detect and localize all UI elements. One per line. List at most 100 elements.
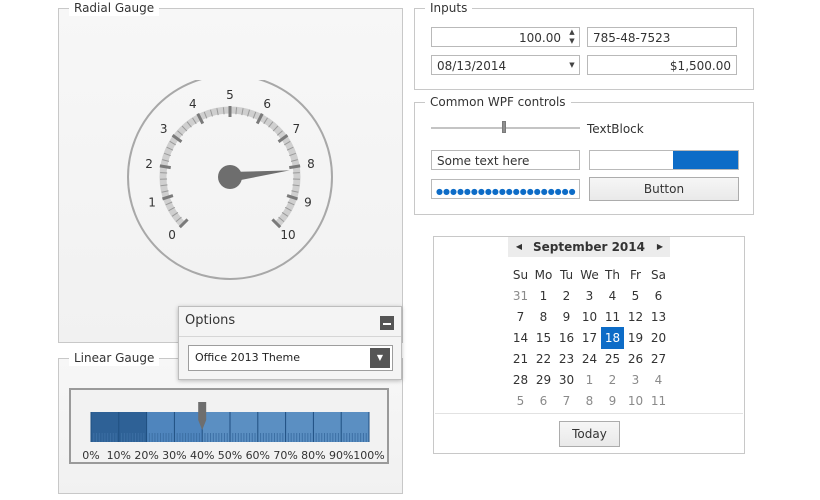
gauge-tick-label: 0 <box>168 228 176 242</box>
calendar-day[interactable]: 3 <box>624 369 647 391</box>
calendar-day[interactable]: 1 <box>578 369 601 391</box>
calendar-weekday-header: Sa <box>651 268 666 282</box>
linear-tick-label: 90% <box>329 449 353 462</box>
calendar: ◀ September 2014 ▶ Su Mo Tu We Th Fr Sa 31 1 2 3 4 5… <box>433 236 745 454</box>
gauge-tick-label: 10 <box>280 228 295 242</box>
calendar-day[interactable]: 9 <box>601 390 624 412</box>
calendar-day[interactable]: 28 <box>509 369 532 391</box>
date-picker[interactable]: 08/13/2014 <box>431 55 580 75</box>
calendar-day[interactable]: 4 <box>647 369 670 391</box>
currency-value: $1,500.00 <box>669 59 731 73</box>
linear-tick-label: 80% <box>301 449 325 462</box>
calendar-day[interactable]: 11 <box>647 390 670 412</box>
numeric-updown[interactable]: 100.00 <box>431 27 580 47</box>
date-dropdown-icon[interactable]: ▼ <box>566 56 578 74</box>
calendar-day[interactable]: 4 <box>601 285 624 307</box>
calendar-next-icon[interactable]: ▶ <box>654 238 666 256</box>
inputs-title: Inputs <box>425 0 473 16</box>
calendar-day[interactable]: 25 <box>601 348 624 370</box>
calendar-day[interactable]: 19 <box>624 327 647 349</box>
radial-gauge-title: Radial Gauge <box>69 0 160 16</box>
calendar-day[interactable]: 23 <box>555 348 578 370</box>
button[interactable]: Button <box>589 177 739 201</box>
calendar-day[interactable]: 6 <box>532 390 555 412</box>
calendar-day[interactable]: 5 <box>624 285 647 307</box>
calendar-month-title[interactable]: September 2014 <box>528 238 650 256</box>
today-label: Today <box>572 427 607 441</box>
gauge-tick-label: 6 <box>263 97 271 111</box>
calendar-day[interactable]: 31 <box>509 285 532 307</box>
today-button[interactable]: Today <box>559 421 620 447</box>
linear-tick-label: 20% <box>134 449 158 462</box>
progress-bar <box>589 150 739 170</box>
gauge-tick-label: 7 <box>293 122 301 136</box>
radial-gauge: 0 1 2 3 4 5 6 7 8 9 10 <box>127 80 333 280</box>
password-box[interactable]: ●●●●●●●●●●●●●●●●●●●● <box>431 179 580 199</box>
calendar-day[interactable]: 3 <box>578 285 601 307</box>
options-window: Options Office 2013 Theme ▼ <box>178 306 402 380</box>
linear-gauge-title: Linear Gauge <box>69 350 160 366</box>
calendar-day[interactable]: 10 <box>624 390 647 412</box>
numeric-spin-up-icon[interactable]: ▲ <box>566 28 578 37</box>
masked-value: 785-48-7523 <box>593 31 671 45</box>
calendar-day[interactable]: 26 <box>624 348 647 370</box>
calendar-day[interactable]: 16 <box>555 327 578 349</box>
masked-input[interactable]: 785-48-7523 <box>587 27 737 47</box>
linear-tick-label: 40% <box>190 449 214 462</box>
calendar-day[interactable]: 7 <box>509 306 532 328</box>
theme-dropdown-icon[interactable]: ▼ <box>370 348 390 368</box>
calendar-weekday-header: Mo <box>534 268 553 282</box>
currency-input[interactable]: $1,500.00 <box>587 55 737 75</box>
calendar-day[interactable]: 24 <box>578 348 601 370</box>
calendar-day[interactable]: 21 <box>509 348 532 370</box>
calendar-day[interactable]: 14 <box>509 327 532 349</box>
calendar-day[interactable]: 30 <box>555 369 578 391</box>
calendar-day[interactable]: 12 <box>624 306 647 328</box>
minimize-icon <box>383 323 391 325</box>
linear-tick-label: 30% <box>162 449 186 462</box>
calendar-weekday-header: We <box>580 268 599 282</box>
theme-combobox[interactable]: Office 2013 Theme ▼ <box>188 345 393 371</box>
calendar-day[interactable]: 7 <box>555 390 578 412</box>
calendar-weekday-header: Fr <box>630 268 641 282</box>
calendar-day[interactable]: 10 <box>578 306 601 328</box>
textbox[interactable]: Some text here <box>431 150 580 170</box>
linear-gauge: 0% 10% 20% 30% 40% 50% 60% 70% 80% 90% 100% <box>82 402 385 462</box>
calendar-day[interactable]: 27 <box>647 348 670 370</box>
calendar-day[interactable]: 2 <box>555 285 578 307</box>
calendar-day[interactable]: 13 <box>647 306 670 328</box>
numeric-spin-down-icon[interactable]: ▼ <box>566 37 578 46</box>
calendar-day[interactable]: 9 <box>555 306 578 328</box>
calendar-day[interactable]: 8 <box>578 390 601 412</box>
calendar-day[interactable]: 11 <box>601 306 624 328</box>
gauge-tick-label: 9 <box>304 195 312 209</box>
calendar-day[interactable]: 20 <box>647 327 670 349</box>
calendar-day[interactable]: 8 <box>532 306 555 328</box>
calendar-day[interactable]: 22 <box>532 348 555 370</box>
gauge-major-tick <box>159 164 171 170</box>
theme-value: Office 2013 Theme <box>195 351 301 364</box>
gauge-tick-label: 3 <box>160 122 168 136</box>
calendar-day[interactable]: 17 <box>578 327 601 349</box>
linear-tick-label: 70% <box>273 449 297 462</box>
inputs-panel: Inputs <box>414 0 754 90</box>
calendar-day[interactable]: 6 <box>647 285 670 307</box>
calendar-day[interactable]: 1 <box>532 285 555 307</box>
calendar-day-selected[interactable]: 18 <box>601 327 624 349</box>
minimize-button[interactable] <box>380 316 394 330</box>
gauge-tick-label: 8 <box>307 157 315 171</box>
button-label: Button <box>643 182 685 196</box>
linear-tick-label: 0% <box>82 449 99 462</box>
calendar-prev-icon[interactable]: ◀ <box>513 238 525 256</box>
calendar-day[interactable]: 2 <box>601 369 624 391</box>
calendar-day[interactable]: 29 <box>532 369 555 391</box>
linear-tick-label: 60% <box>246 449 270 462</box>
calendar-day[interactable]: 15 <box>532 327 555 349</box>
options-divider <box>179 336 401 337</box>
slider-thumb[interactable] <box>502 121 506 133</box>
gauge-tick-label: 5 <box>226 88 234 102</box>
calendar-day[interactable]: 5 <box>509 390 532 412</box>
calendar-footer-divider <box>435 413 743 414</box>
linear-tick-label: 10% <box>107 449 131 462</box>
textbox-value: Some text here <box>437 154 530 168</box>
